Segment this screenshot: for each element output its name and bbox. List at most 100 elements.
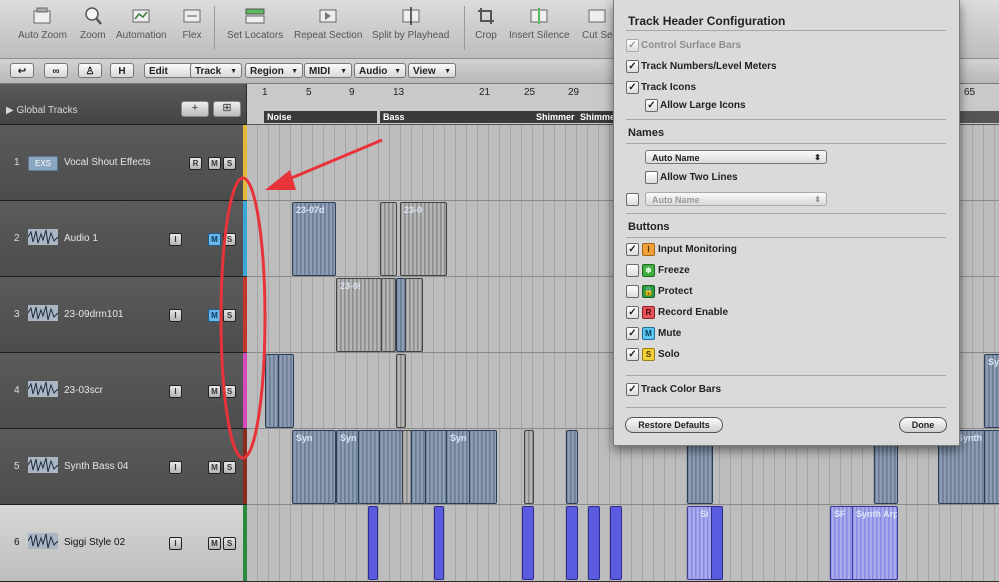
restore-defaults-button[interactable]: Restore Defaults <box>625 417 723 433</box>
global-tracks-header[interactable]: ▶ Global Tracks + ⊞ <box>0 84 246 125</box>
mute-button[interactable]: M <box>208 157 221 170</box>
zoom-button[interactable]: Zoom <box>80 6 106 41</box>
add-track-button[interactable]: + <box>181 101 209 117</box>
audio-region[interactable] <box>396 354 406 428</box>
record-enable-button[interactable]: R <box>189 157 202 170</box>
track-header-selected[interactable]: 6 Siggi Style 02 I M S <box>0 505 243 582</box>
track-name[interactable]: 23-03scr <box>64 385 103 396</box>
audio-region[interactable]: Syn <box>336 430 359 504</box>
mute-button[interactable]: M <box>208 309 221 322</box>
allow-large-icons-checkbox[interactable]: ✓ <box>645 99 658 112</box>
menu-audio[interactable]: Audio ▼ <box>354 63 406 78</box>
menu-view[interactable]: View ▼ <box>408 63 456 78</box>
audio-region[interactable] <box>405 278 423 352</box>
name-format-select[interactable]: Auto Name ⬍ <box>645 150 827 164</box>
input-monitoring-button[interactable]: I <box>169 461 182 474</box>
solo-button[interactable]: S <box>223 309 236 322</box>
marker[interactable]: Bass <box>380 111 533 123</box>
mute-checkbox[interactable]: ✓ <box>626 327 639 340</box>
input-monitoring-button[interactable]: I <box>169 385 182 398</box>
solo-button[interactable]: S <box>223 157 236 170</box>
track-header[interactable]: 4 23-03scr I M S <box>0 353 243 429</box>
solo-checkbox[interactable]: ✓ <box>626 348 639 361</box>
secondary-name-format-select[interactable]: Auto Name ⬍ <box>645 192 827 206</box>
flex-button[interactable]: Flex <box>181 6 203 41</box>
catch-button[interactable]: ♙ <box>78 63 102 78</box>
solo-button[interactable]: S <box>223 461 236 474</box>
input-monitoring-checkbox[interactable]: ✓ <box>626 243 639 256</box>
record-enable-checkbox[interactable]: ✓ <box>626 306 639 319</box>
solo-button[interactable]: S <box>223 385 236 398</box>
midi-region[interactable]: Si <box>687 506 713 580</box>
input-monitoring-button[interactable]: I <box>169 537 182 550</box>
back-button[interactable]: ↩ <box>10 63 34 78</box>
audio-region[interactable] <box>379 430 403 504</box>
repeat-section-button[interactable]: Repeat Section <box>294 6 362 41</box>
mute-button[interactable]: M <box>208 385 221 398</box>
audio-region[interactable] <box>984 430 999 504</box>
midi-region[interactable] <box>522 506 534 580</box>
marker[interactable]: Noise <box>264 111 377 123</box>
audio-region[interactable]: Sy <box>984 354 999 428</box>
link-button[interactable]: ∞ <box>44 63 68 78</box>
mute-button[interactable]: M <box>208 537 221 550</box>
audio-region[interactable] <box>425 430 448 504</box>
track-header[interactable]: 3 23-09drm101 I M S <box>0 277 243 353</box>
freeze-checkbox[interactable] <box>626 264 639 277</box>
audio-region[interactable] <box>265 354 279 428</box>
audio-region[interactable]: Syn <box>292 430 336 504</box>
mute-button[interactable]: M <box>208 233 221 246</box>
midi-region[interactable]: SF <box>830 506 854 580</box>
disclosure-triangle-icon[interactable]: ▶ <box>6 105 14 116</box>
set-locators-button[interactable]: Set Locators <box>227 6 283 41</box>
track-header[interactable]: 2 Audio 1 I M S <box>0 201 243 277</box>
secondary-name-checkbox[interactable] <box>626 193 639 206</box>
track-header[interactable]: 1 EXS Vocal Shout Effects R M S <box>0 125 243 201</box>
auto-zoom-button[interactable]: Auto Zoom <box>18 6 67 41</box>
add-folder-button[interactable]: ⊞ <box>213 101 241 117</box>
audio-region[interactable] <box>380 202 397 276</box>
audio-region[interactable] <box>524 430 534 504</box>
audio-region[interactable]: Syn <box>446 430 470 504</box>
track-header[interactable]: 5 Synth Bass 04 I M S <box>0 429 243 505</box>
midi-region[interactable] <box>711 506 723 580</box>
hide-button[interactable]: H <box>110 63 134 78</box>
input-monitoring-button[interactable]: I <box>169 233 182 246</box>
audio-region[interactable] <box>411 430 426 504</box>
menu-region[interactable]: Region ▼ <box>245 63 303 78</box>
done-button[interactable]: Done <box>899 417 947 433</box>
marker[interactable]: Shimmer <box>533 111 580 123</box>
midi-region[interactable] <box>610 506 622 580</box>
allow-two-lines-checkbox[interactable] <box>645 171 658 184</box>
midi-region[interactable] <box>368 506 378 580</box>
audio-region[interactable]: 23-07d <box>292 202 336 276</box>
cut-section-button[interactable]: Cut Se <box>582 6 613 41</box>
track-name[interactable]: Siggi Style 02 <box>64 537 125 548</box>
track-numbers-checkbox[interactable]: ✓ <box>626 60 639 73</box>
control-surface-bars-checkbox[interactable]: ✓ <box>626 39 639 52</box>
audio-region[interactable] <box>469 430 497 504</box>
mute-button[interactable]: M <box>208 461 221 474</box>
marker[interactable] <box>959 111 999 123</box>
menu-midi[interactable]: MIDI ▼ <box>304 63 352 78</box>
audio-region[interactable] <box>278 354 294 428</box>
menu-track[interactable]: Track ▼ <box>190 63 242 78</box>
audio-region[interactable]: 23-0 <box>400 202 447 276</box>
audio-region[interactable] <box>358 430 380 504</box>
track-color-bars-checkbox[interactable]: ✓ <box>626 383 639 396</box>
midi-region[interactable] <box>588 506 600 580</box>
split-by-playhead-button[interactable]: Split by Playhead <box>372 6 449 41</box>
protect-checkbox[interactable] <box>626 285 639 298</box>
solo-button[interactable]: S <box>223 233 236 246</box>
audio-region[interactable] <box>566 430 578 504</box>
track-name[interactable]: Vocal Shout Effects <box>64 157 151 168</box>
insert-silence-button[interactable]: Insert Silence <box>509 6 570 41</box>
automation-button[interactable]: Automation <box>116 6 167 41</box>
midi-region[interactable]: Synth Arp <box>852 506 898 580</box>
track-name[interactable]: Synth Bass 04 <box>64 461 128 472</box>
audio-region[interactable]: 23-0! <box>336 278 382 352</box>
track-icons-checkbox[interactable]: ✓ <box>626 81 639 94</box>
midi-region[interactable] <box>566 506 578 580</box>
crop-button[interactable]: Crop <box>475 6 497 41</box>
input-monitoring-button[interactable]: I <box>169 309 182 322</box>
